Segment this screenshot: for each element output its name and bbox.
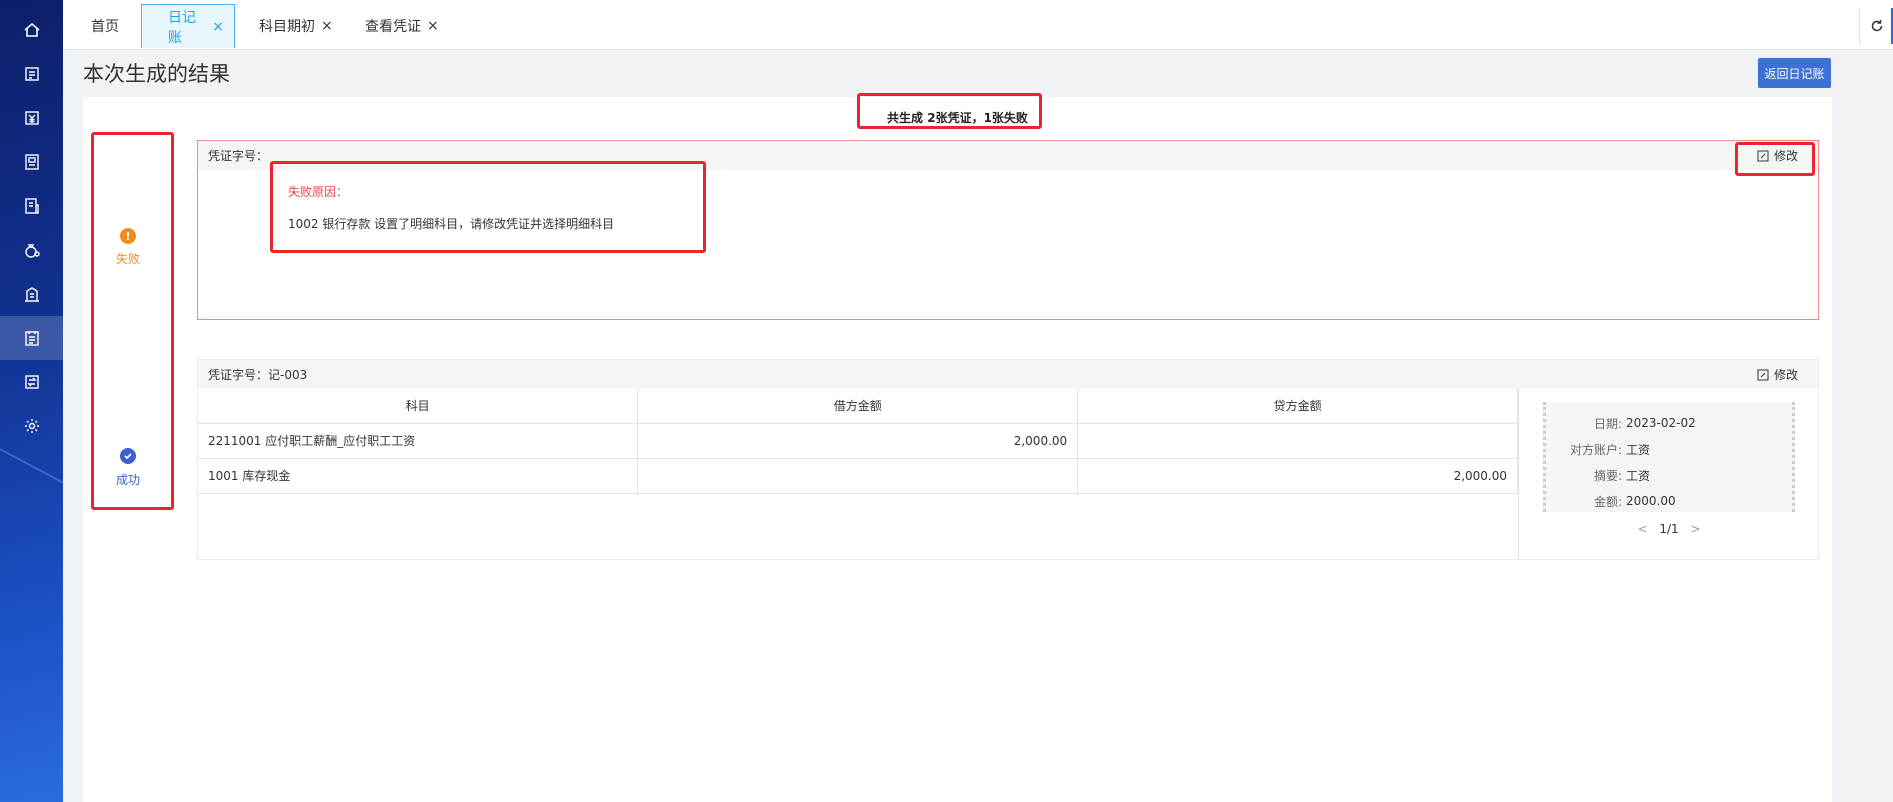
check-icon — [120, 448, 136, 464]
info-row-counter-account: 对方账户: 工资 — [1546, 436, 1792, 462]
sidebar — [0, 0, 63, 802]
tab-label: 首页 — [91, 19, 119, 35]
exchange-icon — [24, 375, 39, 389]
info-row-amount: 金额: 2000.00 — [1546, 488, 1792, 514]
cell-debit — [637, 457, 1079, 494]
sidebar-item-yen[interactable] — [0, 96, 63, 140]
divider — [1518, 389, 1519, 560]
cell-account: 1001 库存现金 — [198, 457, 639, 494]
cell-account: 2211001 应付职工薪酬_应付职工工资 — [198, 422, 639, 459]
warning-icon: ! — [120, 228, 136, 244]
tab-view-voucher[interactable]: 查看凭证 × — [365, 4, 439, 48]
status-fail-label: 失败 — [115, 252, 140, 266]
edit-button[interactable]: 修改 — [1757, 147, 1798, 164]
tab-journal[interactable]: 日记账 × — [141, 4, 235, 48]
sidebar-item-voucher[interactable] — [0, 316, 63, 360]
voucher-card-failed: 凭证字号： 修改 失败原因： 1002 银行存款 设置了明细科目，请修改凭证并选… — [197, 140, 1819, 320]
voucher-header: 凭证字号：记-003 修改 — [198, 360, 1818, 389]
result-panel: 共生成 2张凭证，1张失败 ! 失败 成功 凭证字号： 修改 失败原因： 100… — [83, 93, 1832, 802]
cell-credit — [1077, 422, 1518, 459]
gear-icon — [24, 419, 39, 433]
column-credit: 贷方金额 — [1077, 389, 1518, 424]
info-value: 工资 — [1626, 442, 1651, 457]
page-indicator: 1/1 — [1659, 522, 1679, 536]
voucher-header: 凭证字号： 修改 — [198, 141, 1818, 170]
fail-reason-message: 1002 银行存款 设置了明细科目，请修改凭证并选择明细科目 — [288, 217, 615, 231]
document-icon — [24, 67, 39, 81]
info-key: 摘要: — [1593, 468, 1622, 483]
ledger-icon — [24, 154, 39, 170]
cell-debit: 2,000.00 — [637, 422, 1079, 459]
refresh-button[interactable] — [1859, 8, 1893, 44]
info-key: 对方账户: — [1569, 442, 1622, 457]
table-header-row: 科目 借方金额 贷方金额 — [198, 389, 1518, 424]
voucher-icon — [24, 331, 39, 346]
tab-label: 科目期初 — [259, 19, 315, 35]
yen-icon — [24, 111, 39, 125]
voucher-entries-table: 科目 借方金额 贷方金额 2211001 应付职工薪酬_应付职工工资 2,000… — [198, 389, 1518, 494]
edit-label: 修改 — [1773, 149, 1798, 163]
close-icon[interactable]: × — [321, 18, 333, 34]
sidebar-item-document[interactable] — [0, 52, 63, 96]
info-key: 金额: — [1593, 494, 1622, 509]
info-value: 2023-02-02 — [1626, 416, 1696, 430]
info-row-summary: 摘要: 工资 — [1546, 462, 1792, 488]
money-bag-icon — [24, 244, 40, 258]
tab-label: 日记账 — [168, 9, 196, 46]
back-to-journal-button[interactable]: 返回日记账 — [1758, 58, 1831, 88]
building-icon — [24, 287, 39, 302]
voucher-card-success: 凭证字号：记-003 修改 科目 借方金额 贷方金额 2211001 应付职工薪… — [197, 359, 1819, 560]
info-row-date: 日期: 2023-02-02 — [1546, 410, 1792, 436]
fail-reason-title: 失败原因： — [288, 185, 349, 199]
next-page-button[interactable]: > — [1690, 522, 1700, 536]
sidebar-item-exchange[interactable] — [0, 360, 63, 404]
table-row: 2211001 应付职工薪酬_应付职工工资 2,000.00 — [198, 422, 1518, 459]
info-key: 日期: — [1593, 416, 1622, 431]
sidebar-item-report[interactable] — [0, 184, 63, 228]
info-value: 2000.00 — [1626, 494, 1676, 508]
edit-icon — [1757, 150, 1769, 161]
column-account: 科目 — [198, 389, 639, 424]
cell-credit: 2,000.00 — [1077, 457, 1518, 494]
tab-label: 查看凭证 — [365, 19, 421, 35]
home-icon — [23, 22, 40, 37]
report-icon — [24, 198, 39, 214]
edit-label: 修改 — [1773, 368, 1798, 382]
info-value: 工资 — [1626, 468, 1651, 483]
source-entry-info: 日期: 2023-02-02 对方账户: 工资 摘要: 工资 金额: 2000.… — [1543, 402, 1795, 512]
sidebar-item-money[interactable] — [0, 228, 63, 272]
status-success-label: 成功 — [115, 473, 140, 487]
table-row: 1001 库存现金 2,000.00 — [198, 457, 1518, 494]
sidebar-item-home[interactable] — [0, 8, 63, 52]
status-fail: ! 失败 — [93, 228, 163, 267]
pagination: < 1/1 > — [1543, 522, 1795, 536]
voucher-number: 凭证字号：记-003 — [208, 368, 308, 382]
edit-icon — [1757, 369, 1769, 380]
sidebar-item-building[interactable] — [0, 272, 63, 316]
prev-page-button[interactable]: < — [1637, 522, 1647, 536]
column-debit: 借方金额 — [637, 389, 1079, 424]
refresh-icon — [1871, 20, 1882, 32]
close-icon[interactable]: × — [212, 19, 224, 35]
tab-bar: 首页 日记账 × 科目期初 × 查看凭证 × — [63, 0, 1893, 50]
status-success: 成功 — [93, 448, 163, 488]
page-title: 本次生成的结果 — [83, 62, 230, 86]
sidebar-item-ledger[interactable] — [0, 140, 63, 184]
sidebar-item-settings[interactable] — [0, 404, 63, 448]
voucher-number: 凭证字号： — [208, 149, 269, 163]
tab-opening-balance[interactable]: 科目期初 × — [259, 4, 333, 48]
generation-summary: 共生成 2张凭证，1张失败 — [887, 110, 1028, 125]
close-icon[interactable]: × — [427, 18, 439, 34]
edit-button[interactable]: 修改 — [1757, 366, 1798, 383]
tab-home[interactable]: 首页 — [87, 4, 123, 48]
